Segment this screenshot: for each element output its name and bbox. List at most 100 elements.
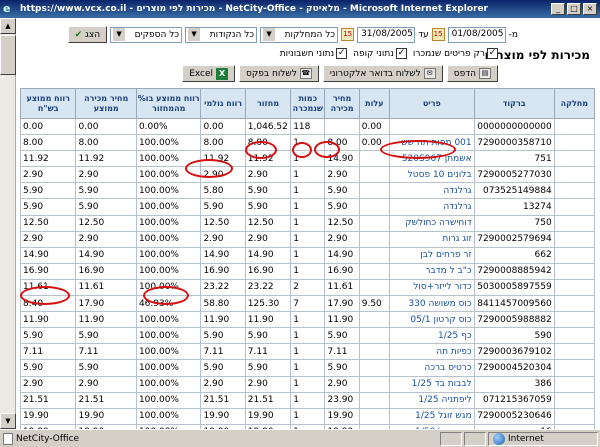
table-cell: 21.51 [19,391,77,409]
barcode-cell: 071215367059 [473,391,555,409]
column-header[interactable]: מחזור [244,88,292,119]
options-row: ✓ רק פריטים שנמכרו ✓ נתוני קופה ✓ נתוני … [280,48,498,59]
table-cell: 5.90 [324,198,360,216]
item-link[interactable]: גרלנדה [388,198,475,216]
table-cell: 16.90 [19,262,77,280]
item-link[interactable]: אשמתן 520S967 [388,150,475,168]
table-cell: 100.00% [135,198,202,216]
calendar-icon[interactable]: 15 [341,28,355,41]
table-cell [553,407,596,425]
table-cell [358,407,390,425]
table-cell: 2.90 [244,166,292,184]
table-cell: 5.90 [324,359,360,377]
cash-data-checkbox[interactable]: ✓ נתוני קופה [353,48,407,59]
chevron-down-icon: ▼ [113,28,126,41]
barcode-cell: 751 [473,150,555,168]
send-email-button[interactable]: ✉ לשלוח בדואר אלקטרוני [322,65,443,82]
item-link[interactable]: כרטיס ברכה [388,359,475,377]
maximize-button[interactable]: □ [567,3,581,15]
points-select[interactable]: כל הנקודות ▼ [185,26,258,43]
table-cell: 5.90 [244,182,292,200]
column-header[interactable]: רווח ממוצע בו% מהמחזור [135,88,202,119]
item-link[interactable] [388,117,475,136]
item-link[interactable]: כפיות תה [388,343,475,361]
table-cell [358,198,390,216]
table-cell: 1 [290,182,326,200]
from-date-input[interactable]: 01/08/2005 [447,26,506,43]
close-button[interactable]: × [583,3,597,15]
table-cell: 5.90 [324,327,360,345]
table-cell: 5.90 [244,198,292,216]
column-header[interactable]: מחיר מכירה ממוצע [75,88,137,119]
to-date-input[interactable]: 31/08/2005 [357,26,416,43]
title-bar: e https://www.vcx.co.il - מכירות לפי מוצ… [0,0,600,18]
item-link[interactable]: כ"ב ל מדבר [388,262,475,280]
table-cell [358,166,390,184]
item-link[interactable]: כדור לייזר+סול [388,278,475,297]
vertical-scrollbar[interactable]: ▲ ▼ [0,18,16,429]
item-link[interactable]: לבבות בד 1/25 [388,375,475,393]
table-cell: 12.50 [200,214,246,232]
table-cell [358,150,390,168]
page-icon [3,432,13,445]
show-button[interactable]: הצג ✔ [67,26,108,43]
table-cell: 2.90 [19,375,77,393]
table-row: 7290005988882 כוס קרטון 05/1 11.90 1 11.90 11… [19,311,596,329]
table-cell: 2.90 [244,375,292,393]
departments-select[interactable]: כל המחלקות ▼ [260,26,339,43]
table-cell [553,295,596,313]
item-link[interactable]: כוס משושה 330 [388,295,475,313]
table-cell: 0.00 [19,117,77,136]
column-header[interactable]: רווח ממוצע בש"ח [19,88,77,119]
table-cell: 1 [290,407,326,425]
column-header[interactable]: כמות שנמכרה [290,88,326,119]
table-cell: 21.51 [75,391,137,409]
item-link[interactable]: גרלנדה [388,182,475,200]
table-cell [553,246,596,264]
item-link[interactable]: זוג גרות [388,230,475,248]
table-cell: 7.11 [324,343,360,361]
sold-items-checkbox[interactable]: ✓ רק פריטים שנמכרו [413,48,498,59]
scroll-down-icon[interactable]: ▼ [0,413,16,429]
column-header[interactable]: פריט [388,88,475,119]
excel-button[interactable]: X Excel [182,65,236,82]
table-cell: 2.90 [75,166,137,184]
item-link[interactable]: כוס קרטון 05/1 [388,311,475,329]
item-link[interactable]: בלונים 10 פסטל [388,166,475,184]
status-text: NetCity-Office [16,433,80,444]
item-link[interactable]: דוחישרה כחולשק [388,214,475,232]
item-link[interactable]: ליפתניה 1/25 [388,391,475,409]
column-header[interactable]: ברקוד [473,88,555,119]
item-link[interactable]: מגש זוגל 1/25 [388,407,475,425]
table-cell: 21.51 [200,391,246,409]
calendar-icon[interactable]: 15 [431,28,445,41]
table-cell: 11.90 [19,311,77,329]
table-row: 7290003679102 כפיות תה 7.11 1 7.11 7.11 100.00… [19,343,596,361]
barcode-cell: 073525149884 [473,182,555,200]
table-cell: 2.90 [200,230,246,248]
table-cell: 58.80 [200,295,246,313]
item-link[interactable]: זר פרחים לבן [388,246,475,264]
column-header[interactable]: עלות [358,88,390,119]
column-header[interactable]: מחלקה [553,88,596,119]
item-link[interactable]: 001 מפות תה שש [388,134,475,152]
scroll-up-icon[interactable]: ▲ [0,18,16,34]
table-cell: 100.00% [135,343,202,361]
send-fax-button[interactable]: ☎ לשלוח בפקס [239,65,319,82]
window-title: https://www.vcx.co.il - מכירות לפי מוצרי… [20,4,488,14]
print-button[interactable]: ▤ הדפס [446,65,498,82]
to-label: עד [418,29,429,40]
table-cell [553,134,596,152]
invoice-data-checkbox[interactable]: ✓ נתוני חשבוניות [280,48,348,59]
table-cell: 0.00 [200,117,246,136]
table-cell: 16.90 [75,262,137,280]
table-cell: 1 [290,359,326,377]
suppliers-select[interactable]: כל הספקים ▼ [110,26,183,43]
excel-icon: X [216,67,229,80]
item-link[interactable]: כף 1/25 [388,327,475,345]
column-header[interactable]: רווח גולמי [200,88,246,119]
minimize-button[interactable]: _ [551,3,565,15]
column-header[interactable]: מחיר מכירה [324,88,360,119]
table-cell: 100.00% [135,182,202,200]
scroll-thumb[interactable] [0,35,16,75]
